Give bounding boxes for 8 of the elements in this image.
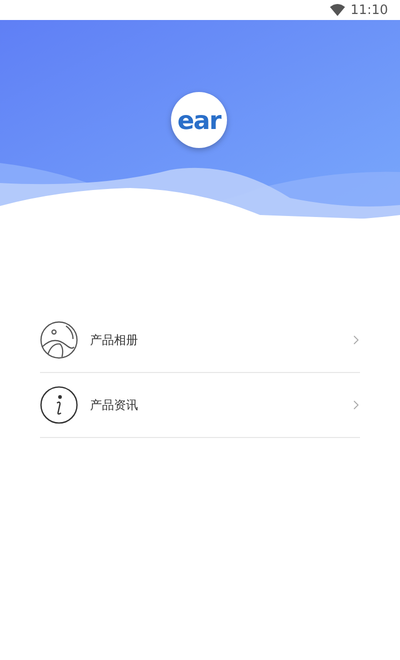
photo-icon <box>40 321 78 359</box>
chevron-icon <box>352 334 360 346</box>
menu-item[interactable]: 产品资讯 <box>40 373 360 438</box>
menu-item[interactable]: 产品相册 <box>40 308 360 373</box>
info-icon <box>40 386 78 424</box>
chevron-icon <box>352 399 360 411</box>
wifi-icon <box>330 4 345 16</box>
status-time: 11:10 <box>350 2 388 18</box>
